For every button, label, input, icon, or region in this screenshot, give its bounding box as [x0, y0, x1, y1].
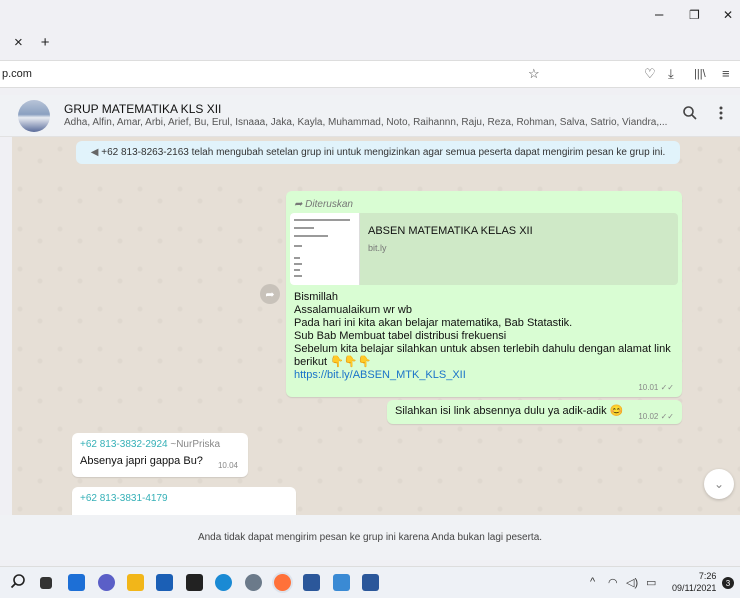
message-line: Assalamualaikum wr wb: [294, 304, 412, 316]
firefox-icon[interactable]: [274, 574, 291, 591]
message-line: berikut 👇👇👇: [294, 356, 372, 368]
widgets-icon[interactable]: [68, 574, 85, 591]
sender-phone: +62 813-3831-4179: [80, 493, 168, 504]
task-view-icon[interactable]: [40, 577, 52, 589]
link-preview[interactable]: ABSEN MATEMATIKA KELAS XII bit.ly: [290, 213, 678, 285]
menu-icon[interactable]: ≡: [722, 66, 730, 81]
restore-button[interactable]: ❐: [689, 8, 700, 22]
forward-arrow-icon: ➦: [294, 199, 303, 210]
incoming-time: 10.04: [217, 461, 238, 470]
browser-titlebar: × + – ❐ ✕: [0, 0, 740, 56]
tab-bar: × +: [0, 28, 50, 56]
link-thumbnail: [290, 213, 360, 285]
search-icon[interactable]: [10, 573, 27, 590]
message-line: Sebelum kita belajar silahkan untuk abse…: [294, 343, 671, 355]
system-message: ◀ +62 813-8263-2163 telah mengubah setel…: [76, 141, 680, 164]
forwarded-label: ➦ Diteruskan: [294, 199, 353, 210]
wifi-icon[interactable]: ◠: [608, 576, 618, 589]
taskbar: ^ ◠ ◁) ▭ 7:26 09/11/2021 3: [0, 566, 740, 598]
word-icon[interactable]: [362, 574, 379, 591]
message-line: Pada hari ini kita akan belajar matemati…: [294, 317, 573, 329]
photos-icon[interactable]: [333, 574, 350, 591]
mail-icon[interactable]: [156, 574, 173, 591]
absen-link[interactable]: https://bit.ly/ABSEN_MTK_KLS_XII: [294, 369, 466, 382]
dolby-icon[interactable]: [186, 574, 203, 591]
tab-close-button[interactable]: ×: [14, 34, 23, 51]
more-options-icon[interactable]: [718, 105, 724, 126]
chevron-down-icon: ⌄: [713, 477, 725, 491]
forward-icon[interactable]: ➦: [260, 284, 280, 304]
close-window-button[interactable]: ✕: [723, 8, 733, 22]
search-icon[interactable]: [682, 105, 698, 126]
group-members: Adha, Alfin, Amar, Arbi, Arief, Bu, Erul…: [64, 117, 668, 128]
file-explorer-icon[interactable]: [127, 574, 144, 591]
link-title: ABSEN MATEMATIKA KELAS XII: [368, 225, 533, 237]
volume-icon[interactable]: ◁): [626, 576, 638, 589]
url-text[interactable]: p.com: [2, 68, 32, 80]
scroll-down-button[interactable]: ⌄: [704, 469, 734, 499]
tray-chevron-icon[interactable]: ^: [590, 576, 595, 588]
incoming-text: Absenya japri gappa Bu?: [80, 455, 203, 467]
settings-icon[interactable]: [245, 574, 262, 591]
clock-time: 7:26: [698, 571, 717, 581]
group-title: GRUP MATEMATIKA KLS XII: [64, 102, 222, 116]
message-line: Sub Bab Membuat tabel distribusi frekuen…: [294, 330, 507, 342]
chat-footer: Anda tidak dapat mengirim pesan ke grup …: [0, 515, 740, 560]
sender-phone: +62 813-3832-2924 ~NurPriska: [80, 439, 221, 450]
reply-time: 10.02 ✓✓: [638, 412, 674, 421]
library-icon[interactable]: |||\: [694, 68, 706, 80]
incoming-message[interactable]: +62 813-3832-2924 ~NurPriska Absenya jap…: [72, 433, 248, 477]
pocket-icon[interactable]: ♡: [644, 66, 656, 82]
word-icon[interactable]: [303, 574, 320, 591]
chat-header[interactable]: GRUP MATEMATIKA KLS XII Adha, Alfin, Ama…: [0, 95, 740, 137]
clock-date: 09/11/2021: [672, 583, 717, 593]
reply-text: Silahkan isi link absennya dulu ya adik-…: [395, 405, 624, 417]
download-icon[interactable]: ⤓: [668, 66, 674, 82]
address-bar[interactable]: p.com ☆ ♡ ⤓ |||\ ≡: [0, 60, 740, 88]
group-avatar[interactable]: [18, 100, 50, 132]
forwarded-message[interactable]: ➦ Diteruskan ABSEN MATEMATIKA KELAS XII …: [286, 191, 682, 397]
message-time: 10.01 ✓✓: [638, 383, 674, 392]
chat-app-icon[interactable]: [98, 574, 115, 591]
edge-browser-icon[interactable]: [215, 574, 232, 591]
reply-message[interactable]: Silahkan isi link absennya dulu ya adik-…: [387, 400, 682, 424]
minimize-button[interactable]: –: [655, 6, 663, 23]
megaphone-icon: ◀: [90, 147, 99, 158]
message-line: Bismillah: [294, 291, 339, 303]
system-clock[interactable]: 7:26 09/11/2021: [672, 570, 716, 594]
new-tab-button[interactable]: +: [41, 34, 50, 51]
notification-badge[interactable]: 3: [722, 577, 734, 589]
battery-icon[interactable]: ▭: [646, 576, 656, 589]
link-domain: bit.ly: [368, 243, 387, 253]
not-participant-notice: Anda tidak dapat mengirim pesan ke grup …: [197, 532, 543, 543]
star-icon[interactable]: ☆: [528, 66, 540, 82]
incoming-message[interactable]: +62 813-3831-4179: [72, 487, 296, 515]
chat-area[interactable]: ◀ +62 813-8263-2163 telah mengubah setel…: [12, 137, 740, 515]
